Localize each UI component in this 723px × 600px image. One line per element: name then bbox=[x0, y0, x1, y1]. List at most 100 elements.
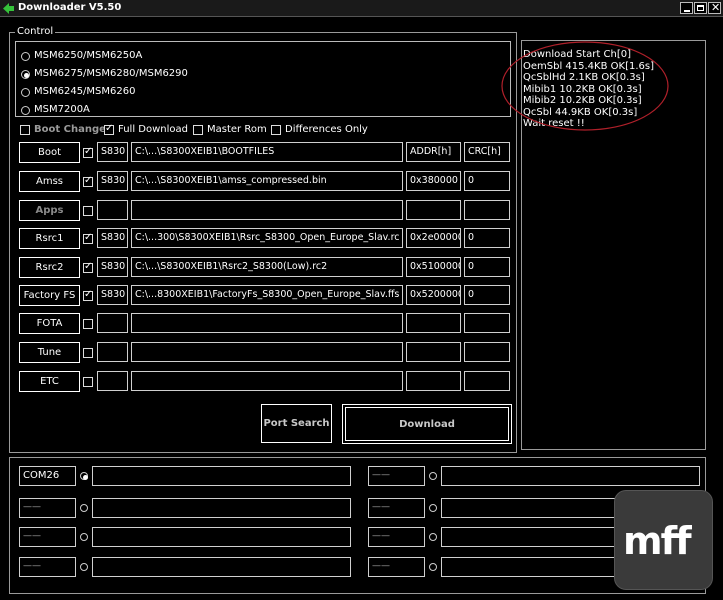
port-status-indicator bbox=[429, 533, 437, 541]
port-status-indicator bbox=[429, 563, 437, 571]
file-button-amss[interactable]: Amss bbox=[19, 171, 80, 192]
maximize-button[interactable] bbox=[694, 2, 707, 14]
model-field[interactable]: S830 bbox=[97, 142, 128, 162]
row-checkbox[interactable] bbox=[83, 175, 93, 187]
model-field[interactable]: S830 bbox=[97, 228, 128, 248]
file-button-label: Rsrc1 bbox=[35, 233, 64, 244]
row-checkbox[interactable] bbox=[83, 261, 93, 273]
option-differences-only[interactable]: Differences Only bbox=[271, 124, 371, 138]
path-field[interactable] bbox=[131, 200, 403, 220]
file-button-label: ETC bbox=[40, 376, 59, 387]
model-field[interactable]: S830 bbox=[97, 171, 128, 191]
checkbox[interactable] bbox=[271, 125, 281, 135]
crc-field[interactable] bbox=[464, 342, 510, 362]
address-field[interactable]: 0x5200000 bbox=[406, 285, 461, 305]
model-field[interactable]: S830 bbox=[97, 285, 128, 305]
radio-button[interactable] bbox=[21, 70, 30, 79]
path-field[interactable] bbox=[131, 342, 403, 362]
mff-logo-text: mff bbox=[623, 519, 692, 563]
port-name-field: —— bbox=[368, 527, 425, 547]
path-field[interactable] bbox=[131, 313, 403, 333]
port-search-button[interactable]: Port Search bbox=[261, 404, 332, 443]
path-field[interactable]: C:\...\S8300XEIB1\Rsrc2_S8300(Low).rc2 bbox=[131, 257, 403, 277]
model-field[interactable] bbox=[97, 371, 128, 391]
crc-field[interactable]: 0 bbox=[464, 285, 510, 305]
row-checkbox[interactable] bbox=[83, 348, 93, 358]
path-field[interactable]: C:\...\S8300XEIB1\amss_compressed.bin bbox=[131, 171, 403, 191]
chipset-radio-option[interactable]: MSM6275/MSM6280/MSM6290 bbox=[21, 68, 261, 82]
file-button-label: Boot bbox=[37, 147, 62, 158]
path-field[interactable]: C:\...\S8300XEIB1\BOOTFILES bbox=[131, 142, 403, 162]
checkbox-label: Full Download bbox=[118, 124, 188, 135]
row-checkbox[interactable] bbox=[83, 289, 93, 301]
checkbox[interactable] bbox=[104, 123, 114, 135]
mff-logo: mff bbox=[614, 490, 713, 590]
file-button-boot[interactable]: Boot bbox=[19, 142, 80, 163]
minimize-button[interactable] bbox=[680, 2, 693, 14]
model-field[interactable]: S830 bbox=[97, 257, 128, 277]
model-field[interactable] bbox=[97, 313, 128, 333]
port-name-field: —— bbox=[19, 498, 76, 518]
chipset-radio-option[interactable]: MSM6245/MSM6260 bbox=[21, 86, 261, 100]
address-field[interactable] bbox=[406, 313, 461, 333]
crc-field[interactable]: CRC[h] bbox=[464, 142, 510, 162]
address-field[interactable]: ADDR[h] bbox=[406, 142, 461, 162]
radio-button[interactable] bbox=[21, 52, 30, 61]
address-field[interactable] bbox=[406, 371, 461, 391]
row-checkbox[interactable] bbox=[83, 377, 93, 387]
port-progress-field bbox=[92, 498, 351, 518]
port-name-field: —— bbox=[19, 527, 76, 547]
close-button[interactable]: ✕ bbox=[708, 1, 721, 14]
crc-field[interactable] bbox=[464, 371, 510, 391]
radio-label: MSM6275/MSM6280/MSM6290 bbox=[34, 68, 188, 79]
row-checkbox[interactable] bbox=[83, 319, 93, 329]
row-checkbox[interactable] bbox=[83, 206, 93, 216]
row-checkbox[interactable] bbox=[83, 232, 93, 244]
path-field[interactable]: C:\...8300XEIB1\FactoryFs_S8300_Open_Eur… bbox=[131, 285, 403, 305]
checkbox[interactable] bbox=[193, 125, 203, 135]
address-field[interactable]: 0x380000 bbox=[406, 171, 461, 191]
row-checkbox[interactable] bbox=[83, 146, 93, 158]
option-full-download[interactable]: Full Download bbox=[104, 123, 204, 138]
file-button-tune[interactable]: Tune bbox=[19, 342, 80, 363]
checkbox[interactable] bbox=[20, 125, 30, 135]
port-name-field: COM26 bbox=[19, 466, 76, 486]
checkbox-label: Boot Change bbox=[34, 124, 106, 135]
checkbox-label: Master Rom bbox=[207, 124, 267, 135]
file-button-fota[interactable]: FOTA bbox=[19, 313, 80, 334]
port-progress-field bbox=[92, 557, 351, 577]
file-button-rsrc2[interactable]: Rsrc2 bbox=[19, 257, 80, 278]
window-title: Downloader V5.50 bbox=[18, 2, 122, 13]
port-name-field: —— bbox=[368, 557, 425, 577]
port-status-indicator bbox=[429, 504, 437, 512]
chipset-radio-option[interactable]: MSM6250/MSM6250A bbox=[21, 50, 261, 64]
crc-field[interactable] bbox=[464, 313, 510, 333]
crc-field[interactable]: 0 bbox=[464, 257, 510, 277]
radio-label: MSM6250/MSM6250A bbox=[34, 50, 143, 61]
path-field[interactable]: C:\...300\S8300XEIB1\Rsrc_S8300_Open_Eur… bbox=[131, 228, 403, 248]
crc-field[interactable]: 0 bbox=[464, 171, 510, 191]
address-field[interactable] bbox=[406, 342, 461, 362]
download-button[interactable]: Download bbox=[342, 404, 512, 444]
download-button-inner bbox=[345, 407, 509, 441]
model-field[interactable] bbox=[97, 342, 128, 362]
crc-field[interactable]: 0 bbox=[464, 228, 510, 248]
file-button-factory-fs[interactable]: Factory FS bbox=[19, 285, 80, 306]
file-button-apps[interactable]: Apps bbox=[19, 200, 80, 221]
file-button-etc[interactable]: ETC bbox=[19, 371, 80, 392]
radio-button[interactable] bbox=[21, 88, 30, 97]
path-field[interactable] bbox=[131, 371, 403, 391]
title-bar[interactable]: Downloader V5.50 ✕ bbox=[0, 0, 723, 17]
crc-field[interactable] bbox=[464, 200, 510, 220]
checkbox-label: Differences Only bbox=[285, 124, 368, 135]
port-status-indicator bbox=[80, 563, 88, 571]
address-field[interactable]: 0x2e00000 bbox=[406, 228, 461, 248]
model-field[interactable] bbox=[97, 200, 128, 220]
file-button-label: FOTA bbox=[36, 318, 63, 329]
file-button-rsrc1[interactable]: Rsrc1 bbox=[19, 228, 80, 249]
address-field[interactable]: 0x5100000 bbox=[406, 257, 461, 277]
address-field[interactable] bbox=[406, 200, 461, 220]
port-name-field: —— bbox=[368, 466, 425, 486]
chipset-radio-option[interactable]: MSM7200A bbox=[21, 104, 261, 118]
radio-button[interactable] bbox=[21, 106, 30, 115]
